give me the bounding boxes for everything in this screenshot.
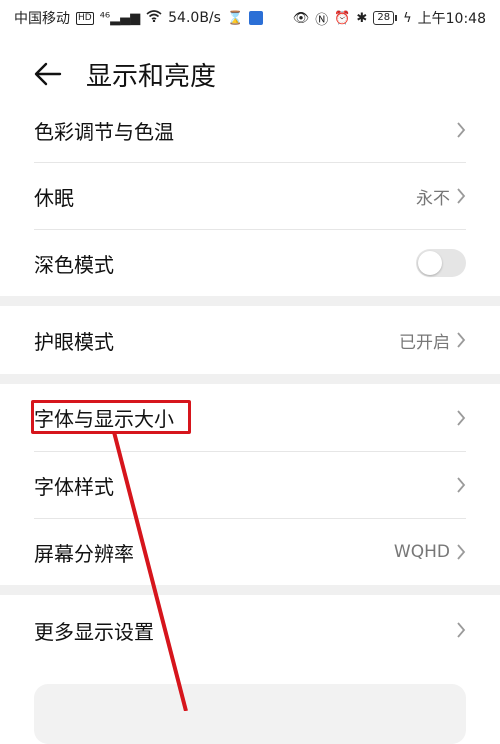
network-type-label: ⁴⁶ <box>99 10 111 26</box>
setting-sleep[interactable]: 休眠 永不 <box>0 163 500 229</box>
signal-icon: ▂▄▆ <box>110 10 141 26</box>
network-speed: 54.0B/s <box>168 10 221 26</box>
nfc-icon: Ⓝ <box>315 12 329 28</box>
setting-dark-mode: 深色模式 <box>0 230 500 296</box>
network-type-icon: ⁴⁶▂▄▆ <box>100 11 140 26</box>
setting-label: 深色模式 <box>34 252 114 277</box>
status-right: 👁 Ⓝ ⏰ ✱ 28 ϟ 上午10:48 <box>293 8 486 28</box>
page-title: 显示和亮度 <box>86 61 217 92</box>
chevron-right-icon <box>457 409 466 426</box>
toggle-knob <box>418 251 442 275</box>
app-header: 显示和亮度 <box>0 44 500 104</box>
wifi-icon <box>146 10 162 26</box>
setting-screen-resolution[interactable]: 屏幕分辨率 WQHD <box>0 519 500 585</box>
charging-icon: ϟ <box>403 10 412 26</box>
setting-value: 永不 <box>416 188 450 209</box>
setting-label: 护眼模式 <box>34 329 114 354</box>
carrier-label: 中国移动 <box>14 11 70 27</box>
back-arrow-icon <box>34 62 62 86</box>
eye-icon: 👁 <box>292 10 310 26</box>
clock: 上午10:48 <box>417 11 486 27</box>
section-gap <box>0 296 500 306</box>
hd-icon: HD <box>76 11 94 25</box>
setting-color-temperature[interactable]: 色彩调节与色温 <box>0 98 500 162</box>
setting-more-display[interactable]: 更多显示设置 <box>0 595 500 665</box>
status-left: 中国移动 HD ⁴⁶▂▄▆ 54.0B/s ⌛ <box>14 8 264 28</box>
alarm-icon: ⏰ <box>334 10 351 26</box>
section-gap <box>0 585 500 595</box>
chevron-right-icon <box>457 188 466 204</box>
chevron-right-icon <box>457 622 466 638</box>
setting-label: 更多显示设置 <box>34 619 154 644</box>
setting-label: 休眠 <box>34 185 74 210</box>
bluetooth-icon: ✱ <box>356 10 368 26</box>
section-gap <box>0 374 500 384</box>
battery-level: 28 <box>373 11 395 25</box>
battery-tip <box>395 15 398 21</box>
bottom-card <box>34 684 466 744</box>
dark-mode-toggle[interactable] <box>416 249 466 277</box>
chevron-right-icon <box>457 544 466 560</box>
setting-value: 已开启 <box>399 332 450 353</box>
annotation-highlight-box <box>31 400 191 434</box>
setting-font-style[interactable]: 字体样式 <box>0 452 500 518</box>
chevron-right-icon <box>457 477 466 493</box>
setting-eye-comfort[interactable]: 护眼模式 已开启 <box>0 306 500 374</box>
hourglass-icon: ⌛ <box>226 10 244 26</box>
chevron-right-icon <box>457 332 466 348</box>
status-bar: 中国移动 HD ⁴⁶▂▄▆ 54.0B/s ⌛ 👁 Ⓝ ⏰ ✱ 28 ϟ 上午1… <box>0 0 500 36</box>
setting-label: 字体样式 <box>34 474 114 499</box>
chevron-right-icon <box>457 122 466 138</box>
app-notification-icon <box>249 11 264 25</box>
setting-value: WQHD <box>393 542 450 562</box>
battery-icon: 28 <box>373 11 398 25</box>
setting-label: 屏幕分辨率 <box>34 541 134 566</box>
back-button[interactable] <box>18 44 78 104</box>
setting-label: 色彩调节与色温 <box>34 119 174 144</box>
